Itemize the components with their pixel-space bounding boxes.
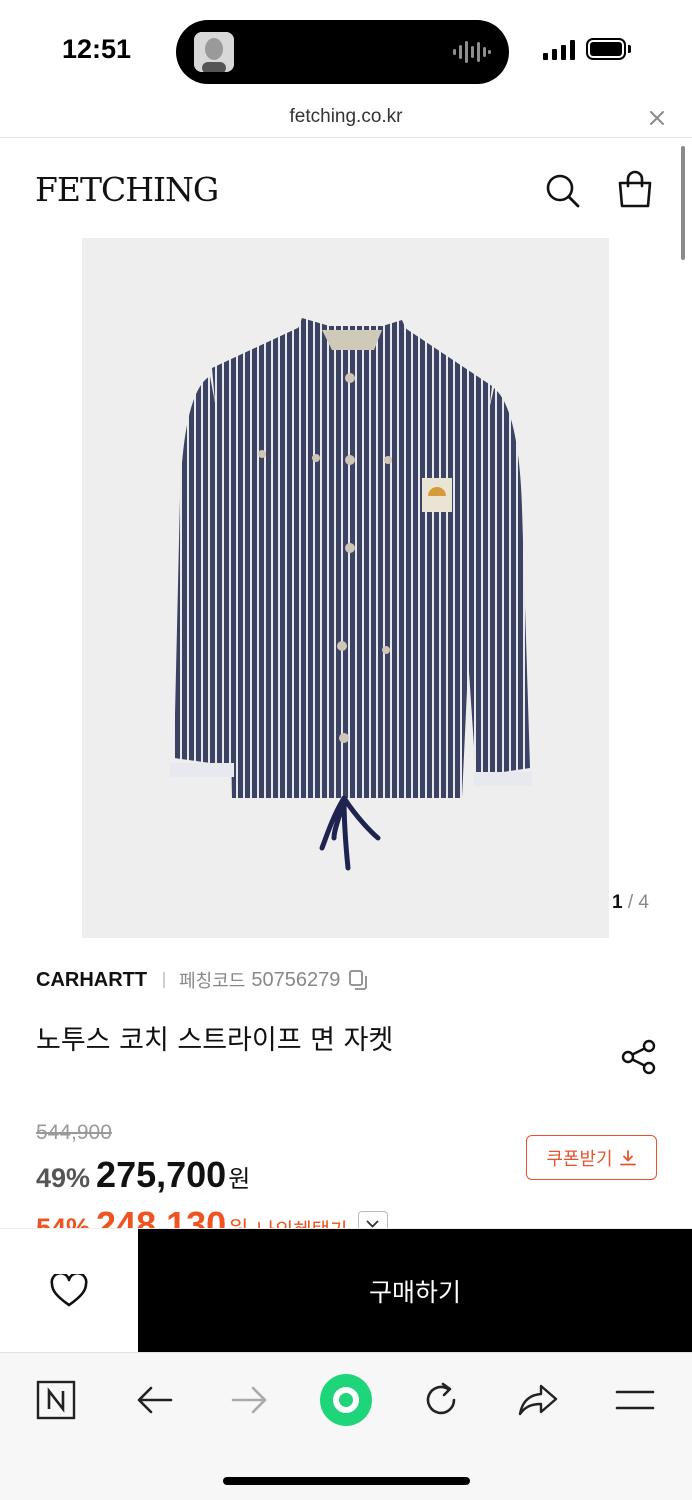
cart-button[interactable] — [613, 168, 657, 212]
battery-cap — [628, 45, 631, 53]
now-playing-avatar — [194, 32, 234, 72]
naver-home-button[interactable] — [31, 1375, 81, 1425]
status-bar: 12:51 — [0, 0, 692, 100]
sale-price-row: 49% 275,700 원 — [36, 1154, 250, 1196]
product-code-value: 50756279 — [251, 968, 341, 991]
menu-button[interactable] — [610, 1375, 660, 1425]
product-code-label: 페칭코드 — [179, 971, 246, 992]
chevron-down-icon — [366, 1220, 380, 1228]
brand-divider — [163, 972, 166, 988]
share-icon[interactable] — [620, 1038, 658, 1076]
audio-wave-icon — [453, 41, 491, 63]
cellular-signal-icon — [543, 40, 575, 60]
benefit-label: 나의혜택가 — [256, 1214, 348, 1228]
coupon-button[interactable]: 쿠폰받기 — [526, 1135, 657, 1180]
search-icon — [546, 174, 580, 208]
dynamic-island[interactable] — [176, 20, 509, 84]
menu-icon — [615, 1390, 655, 1410]
status-time: 12:51 — [62, 34, 132, 64]
battery-icon — [586, 38, 626, 60]
discount-rate: 49% — [36, 1163, 91, 1193]
image-counter-current: 1 — [612, 892, 623, 913]
green-circle-icon — [320, 1374, 372, 1426]
image-counter-separator: / — [622, 892, 639, 913]
browser-toolbar — [0, 1352, 692, 1500]
buy-button[interactable]: 구매하기 — [138, 1229, 692, 1353]
site-header: FETCHING — [0, 140, 692, 236]
image-counter-total: 4 — [638, 892, 649, 913]
product-image[interactable]: 1 / 4 — [82, 238, 649, 938]
original-price: 544,900 — [36, 1121, 112, 1144]
share-page-button[interactable] — [513, 1375, 563, 1425]
currency-unit: 원 — [228, 1165, 251, 1193]
brand-name[interactable]: CARHARTT — [36, 969, 147, 992]
forward-button[interactable] — [225, 1375, 275, 1425]
benefit-toggle[interactable] — [358, 1211, 389, 1228]
back-button[interactable] — [129, 1375, 179, 1425]
benefit-price: 248,130 — [96, 1204, 227, 1228]
image-counter: 1 / 4 — [612, 892, 692, 914]
download-icon — [619, 1149, 636, 1165]
sale-price: 275,700 — [96, 1154, 227, 1195]
coupon-label: 쿠폰받기 — [546, 1148, 613, 1170]
site-logo[interactable]: FETCHING — [35, 170, 219, 209]
back-arrow-icon — [137, 1386, 173, 1414]
close-icon[interactable] — [648, 109, 666, 127]
shopping-bag-icon — [618, 170, 652, 208]
search-button[interactable] — [540, 168, 584, 212]
green-dot-button[interactable] — [318, 1372, 374, 1428]
reload-button[interactable] — [416, 1375, 466, 1425]
jacket-image — [170, 318, 532, 871]
copy-icon[interactable] — [348, 969, 370, 991]
benefit-rate: 54% — [36, 1213, 91, 1228]
url-bar[interactable]: fetching.co.kr — [0, 100, 692, 138]
home-indicator[interactable] — [223, 1477, 470, 1485]
brand-line: CARHARTT 페칭코드 50756279 — [36, 966, 370, 994]
product-title: 노투스 코치 스트라이프 면 자켓 — [36, 1025, 394, 1056]
url-text[interactable]: fetching.co.kr — [0, 106, 692, 128]
forward-arrow-icon — [231, 1386, 267, 1414]
benefit-price-row: 54% 248,130 원 나의혜택가 — [0, 1200, 692, 1228]
heart-icon — [50, 1274, 88, 1307]
reload-icon — [426, 1382, 456, 1415]
wishlist-button[interactable] — [0, 1229, 138, 1353]
purchase-bar: 구매하기 — [0, 1228, 692, 1353]
benefit-currency: 원 — [228, 1212, 248, 1228]
naver-n-icon — [36, 1380, 76, 1420]
share-arrow-icon — [518, 1384, 558, 1416]
